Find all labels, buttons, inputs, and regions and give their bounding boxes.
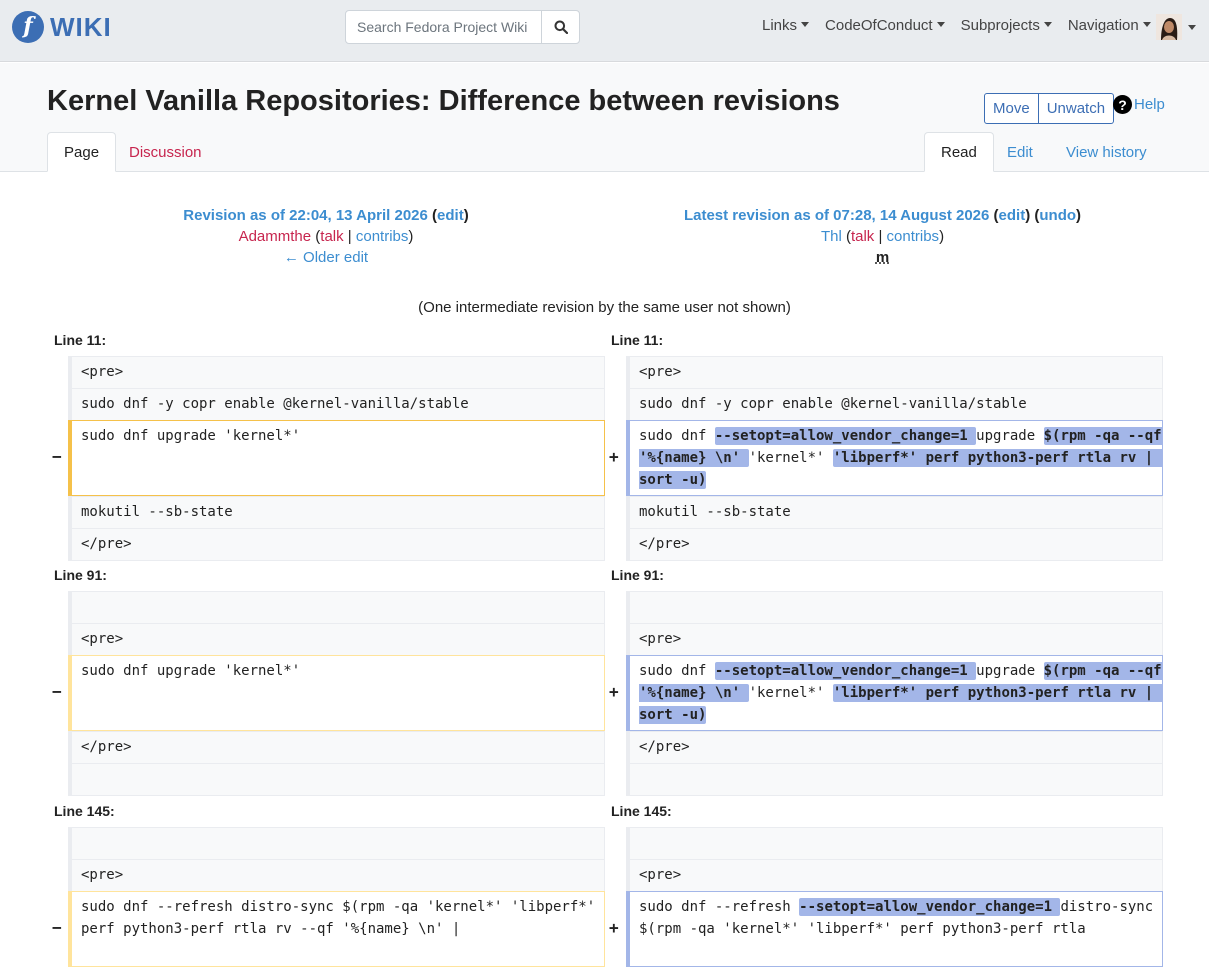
unwatch-button[interactable]: Unwatch	[1038, 93, 1115, 124]
added-text: 'kernel*'	[748, 685, 833, 701]
context-line: </pre>	[626, 528, 1163, 561]
search-box	[345, 10, 580, 44]
line-number-label-right: Line 91:	[611, 567, 664, 583]
nav-menus: Links CodeOfConduct Subprojects Navigati…	[762, 17, 1167, 34]
context-line: mokutil --sb-state	[68, 496, 605, 529]
help-label: Help	[1134, 96, 1165, 113]
new-revision-header: Latest revision as of 07:28, 14 August 2…	[683, 207, 1082, 266]
menu-links[interactable]: Links	[762, 17, 809, 34]
menu-codeofconduct[interactable]: CodeOfConduct	[825, 17, 945, 34]
help-icon: ?	[1113, 95, 1132, 114]
avatar	[1156, 14, 1182, 40]
top-navbar: f WIKI Links CodeOfConduct Subprojects N…	[0, 0, 1209, 62]
search-button[interactable]	[541, 11, 579, 43]
page-title: Kernel Vanilla Repositories: Difference …	[47, 85, 840, 117]
added-line: sudo dnf --refresh --setopt=allow_vendor…	[626, 891, 1163, 967]
tab-discussion[interactable]: Discussion	[113, 132, 218, 172]
old-revision-header: Revision as of 22:04, 13 April 2026 (edi…	[183, 207, 469, 266]
context-line: sudo dnf -y copr enable @kernel-vanilla/…	[68, 388, 605, 421]
menu-subprojects[interactable]: Subprojects	[961, 17, 1052, 34]
context-line: <pre>	[626, 623, 1163, 656]
context-line: </pre>	[626, 731, 1163, 764]
new-edit-link[interactable]: edit	[999, 207, 1026, 224]
context-line: <pre>	[68, 356, 605, 389]
context-line	[68, 591, 605, 624]
added-text: upgrade	[976, 663, 1044, 679]
deleted-line: sudo dnf upgrade 'kernel*'	[68, 655, 605, 731]
new-user-link[interactable]: Thl	[821, 228, 842, 245]
added-text: sudo dnf	[639, 428, 715, 444]
context-line: </pre>	[68, 731, 605, 764]
diff-minus-marker: −	[52, 682, 62, 701]
context-line	[626, 763, 1163, 796]
tab-page[interactable]: Page	[47, 132, 117, 172]
context-line: mokutil --sb-state	[626, 496, 1163, 529]
added-text-highlight: --setopt=allow_vendor_change=1	[799, 898, 1061, 916]
added-line: sudo dnf --setopt=allow_vendor_change=1 …	[626, 655, 1163, 731]
tab-read[interactable]: Read	[924, 132, 994, 172]
deleted-line: sudo dnf --refresh distro-sync $(rpm -qa…	[68, 891, 605, 967]
added-text-highlight: --setopt=allow_vendor_change=1	[714, 662, 977, 680]
user-menu[interactable]	[1156, 14, 1196, 40]
chevron-down-icon	[1188, 24, 1196, 30]
search-input[interactable]	[346, 11, 541, 43]
undo-link[interactable]: undo	[1039, 207, 1076, 224]
old-revision-link[interactable]: Revision as of 22:04, 13 April 2026	[183, 207, 428, 224]
added-text: upgrade	[976, 428, 1044, 444]
context-line: <pre>	[68, 859, 605, 892]
diff-plus-marker: +	[609, 682, 619, 701]
old-edit-link[interactable]: edit	[437, 207, 464, 224]
move-button[interactable]: Move	[984, 93, 1039, 124]
deleted-line: sudo dnf upgrade 'kernel*'	[68, 420, 605, 496]
line-number-label-right: Line 145:	[611, 803, 672, 819]
diff-plus-marker: +	[609, 918, 619, 937]
minor-edit-badge: m	[875, 249, 890, 266]
diff-minus-marker: −	[52, 918, 62, 937]
line-number-label-left: Line 11:	[54, 332, 107, 348]
context-line: <pre>	[626, 356, 1163, 389]
wiki-logo[interactable]: f WIKI	[12, 11, 112, 43]
added-text-highlight: --setopt=allow_vendor_change=1	[714, 427, 977, 445]
diff-minus-marker: −	[52, 447, 62, 466]
line-number-label-right: Line 11:	[611, 332, 664, 348]
old-talk-link[interactable]: talk	[320, 228, 343, 245]
line-number-label-left: Line 145:	[54, 803, 115, 819]
context-line: </pre>	[68, 528, 605, 561]
help-link[interactable]: ? Help	[1113, 95, 1165, 114]
added-text: sudo dnf	[639, 663, 715, 679]
context-line	[68, 763, 605, 796]
line-number-label-left: Line 91:	[54, 567, 107, 583]
older-edit-link[interactable]: ← Older edit	[284, 249, 368, 266]
context-line: <pre>	[626, 859, 1163, 892]
context-line	[626, 591, 1163, 624]
intermediate-note: (One intermediate revision by the same u…	[418, 299, 791, 316]
new-talk-link[interactable]: talk	[851, 228, 874, 245]
search-icon	[554, 20, 568, 34]
added-text: sudo dnf --refresh	[639, 899, 800, 915]
logo-text: WIKI	[50, 11, 112, 42]
added-text: 'kernel*'	[748, 450, 833, 466]
context-line	[626, 827, 1163, 860]
context-line: sudo dnf -y copr enable @kernel-vanilla/…	[626, 388, 1163, 421]
tab-view-history[interactable]: View history	[1050, 132, 1163, 172]
old-user-link[interactable]: Adammthe	[239, 228, 312, 245]
tab-edit[interactable]: Edit	[991, 132, 1049, 172]
context-line	[68, 827, 605, 860]
diff-plus-marker: +	[609, 447, 619, 466]
old-contribs-link[interactable]: contribs	[356, 228, 409, 245]
context-line: <pre>	[68, 623, 605, 656]
page-actions: Move Unwatch	[984, 93, 1115, 124]
menu-navigation[interactable]: Navigation	[1068, 17, 1151, 34]
new-revision-link[interactable]: Latest revision as of 07:28, 14 August 2…	[684, 207, 989, 224]
added-line: sudo dnf --setopt=allow_vendor_change=1 …	[626, 420, 1163, 496]
fedora-logo-icon: f	[12, 11, 44, 43]
new-contribs-link[interactable]: contribs	[887, 228, 940, 245]
